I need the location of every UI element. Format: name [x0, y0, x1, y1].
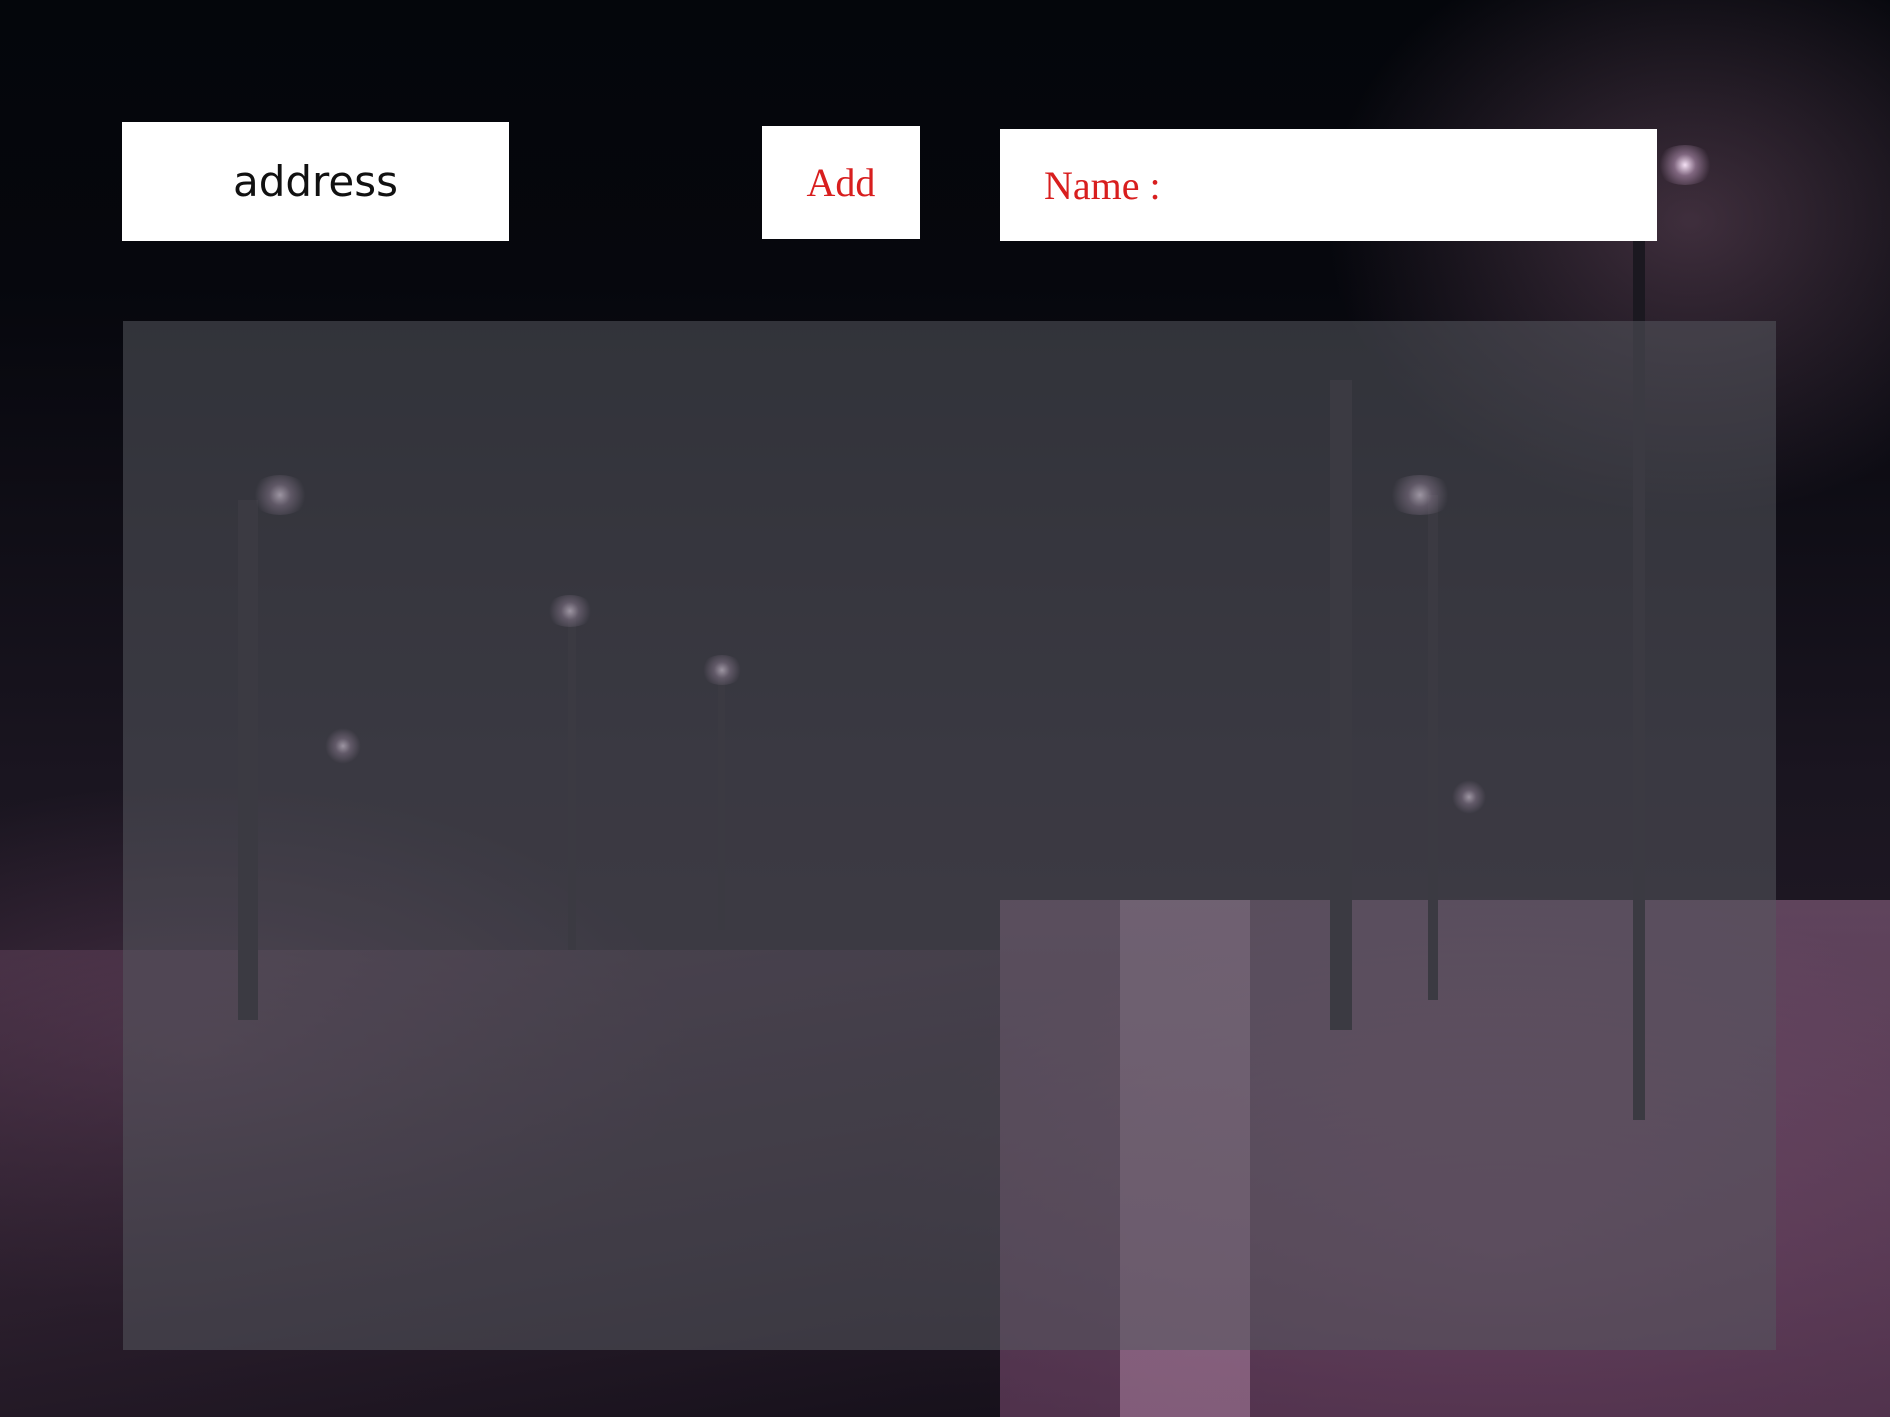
content-panel — [123, 321, 1776, 1350]
add-button[interactable]: Add — [762, 126, 920, 239]
name-field[interactable]: Name : — [1000, 129, 1657, 241]
add-button-label: Add — [806, 160, 876, 205]
address-field[interactable]: address — [122, 122, 509, 241]
name-label: Name : — [1044, 162, 1161, 208]
address-label: address — [232, 157, 398, 206]
app-screen: address Add Name : — [0, 0, 1890, 1417]
lamp-light — [1655, 145, 1715, 185]
